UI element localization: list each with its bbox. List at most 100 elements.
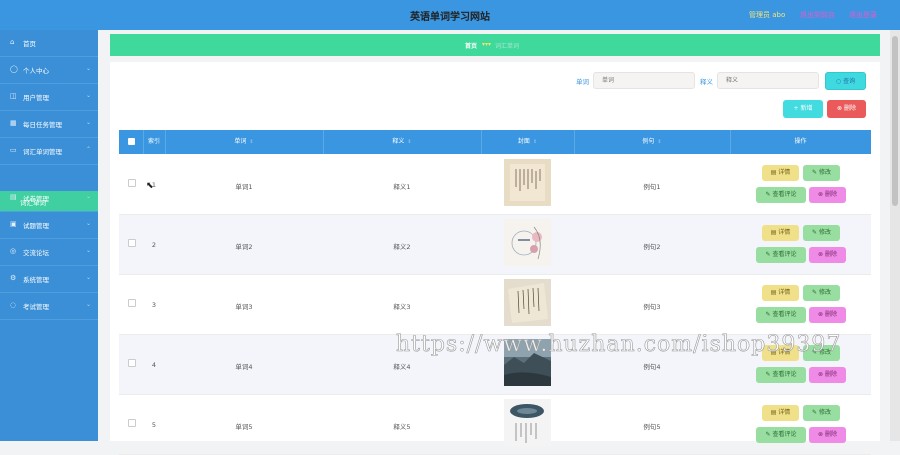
row-index: 4: [151, 361, 157, 369]
sidebar-item-user-management[interactable]: ◫ 用户管理 ⌄: [0, 84, 98, 111]
sidebar-item-label: 试卷管理: [23, 195, 49, 203]
column-header-meaning[interactable]: 释义 ⇕: [323, 130, 481, 154]
sidebar-item-exam-management[interactable]: ◌ 考试管理 ⌄: [0, 293, 98, 320]
sort-icon[interactable]: ⇕: [533, 139, 537, 145]
row-checkbox[interactable]: [128, 179, 136, 187]
logout-link[interactable]: 退出登录: [849, 10, 877, 20]
chevron-down-icon: ⌄: [86, 274, 92, 281]
users-icon: ◫: [10, 92, 17, 100]
row-checkbox[interactable]: [128, 239, 136, 247]
column-header-label: 例句: [642, 138, 655, 145]
scrollbar-thumb[interactable]: [892, 36, 898, 206]
sidebar-item-home[interactable]: ⌂ 首页: [0, 30, 98, 57]
breadcrumb-separator: ▾▾▾: [482, 41, 492, 48]
row-detail-button[interactable]: ▤ 详情: [762, 225, 799, 241]
forum-icon: ◎: [10, 247, 17, 255]
meaning-search-input[interactable]: [717, 72, 819, 89]
row-view-comments-button[interactable]: ✎ 查看评论: [756, 247, 806, 263]
column-header-image[interactable]: 封面 ⇕: [481, 130, 574, 154]
table-row: 1 单词1 释义1 例句1 ▤ 详情 ✎ 修改 ✎ 查看评论 ⊗ 删除: [119, 155, 871, 215]
row-index: 3: [151, 301, 157, 309]
chevron-down-icon: ⌄: [86, 247, 92, 254]
row-word: 单词5: [235, 423, 253, 431]
row-delete-button[interactable]: ⊗ 删除: [809, 367, 846, 383]
row-detail-button[interactable]: ▤ 详情: [762, 285, 799, 301]
breadcrumb-home[interactable]: 首页: [465, 41, 477, 50]
row-detail-button[interactable]: ▤ 详情: [762, 165, 799, 181]
row-edit-button[interactable]: ✎ 修改: [803, 285, 840, 301]
row-edit-button[interactable]: ✎ 修改: [803, 225, 840, 241]
row-example: 例句5: [643, 423, 661, 431]
book-icon: ▭: [10, 146, 17, 154]
batch-delete-button[interactable]: ⊗ 删除: [827, 100, 866, 118]
sidebar-item-label: 用户管理: [23, 94, 49, 102]
row-meaning: 释义4: [393, 363, 411, 371]
sidebar-item-label: 每日任务管理: [23, 121, 62, 129]
sidebar-item-paper-management[interactable]: ▤ 试卷管理 ⌄: [0, 185, 98, 212]
exit-to-front-link[interactable]: 退出到前台: [800, 10, 835, 20]
page-scrollbar[interactable]: [890, 30, 900, 441]
sidebar-item-label: 个人中心: [23, 67, 49, 75]
sort-icon[interactable]: ⇕: [407, 139, 411, 145]
row-view-comments-button[interactable]: ✎ 查看评论: [756, 187, 806, 203]
sidebar-item-question-management[interactable]: ▣ 试题管理 ⌄: [0, 212, 98, 239]
row-delete-button[interactable]: ⊗ 删除: [809, 307, 846, 323]
row-cover-image[interactable]: [504, 159, 551, 206]
row-index: 5: [151, 421, 157, 429]
row-cover-image[interactable]: [504, 399, 551, 446]
word-search-input[interactable]: [593, 72, 695, 89]
row-view-comments-button[interactable]: ✎ 查看评论: [756, 367, 806, 383]
column-header-label: 索引: [147, 138, 160, 145]
row-delete-button[interactable]: ⊗ 删除: [809, 247, 846, 263]
row-edit-button[interactable]: ✎ 修改: [803, 165, 840, 181]
row-checkbox[interactable]: [128, 419, 136, 427]
row-checkbox[interactable]: [128, 299, 136, 307]
paper-icon: ▤: [10, 193, 17, 201]
chevron-down-icon: ⌄: [86, 220, 92, 227]
row-word: 单词1: [235, 183, 253, 191]
row-example: 例句4: [643, 363, 661, 371]
sidebar-item-vocabulary[interactable]: ▭ 词汇单词管理 ⌃: [0, 138, 98, 165]
exam-icon: ◌: [10, 301, 17, 309]
row-example: 例句3: [643, 303, 661, 311]
sort-icon[interactable]: ⇕: [249, 139, 253, 145]
top-header: 英语单词学习网站 管理员 abo 退出到前台 退出登录: [0, 0, 900, 30]
sidebar-item-label: 首页: [23, 40, 36, 48]
query-button[interactable]: ○ 查询: [825, 72, 866, 90]
breadcrumb-current: 词汇单词: [495, 43, 520, 50]
sidebar-item-daily-task[interactable]: ▦ 每日任务管理 ⌄: [0, 111, 98, 138]
sort-icon[interactable]: ⇕: [657, 139, 661, 145]
home-icon: ⌂: [10, 38, 15, 46]
sidebar-item-forum[interactable]: ◎ 交流论坛 ⌄: [0, 239, 98, 266]
row-example: 例句1: [643, 183, 661, 191]
sidebar-item-personal-center[interactable]: ◯ 个人中心 ⌄: [0, 57, 98, 84]
row-delete-button[interactable]: ⊗ 删除: [809, 187, 846, 203]
column-header-example[interactable]: 例句 ⇕: [574, 130, 730, 154]
row-edit-button[interactable]: ✎ 修改: [803, 405, 840, 421]
row-cover-image[interactable]: [504, 219, 551, 266]
table-header: 索引 单词 ⇕ 释义 ⇕ 封面 ⇕ 例句 ⇕ 操作: [119, 130, 871, 154]
sidebar-item-label: 交流论坛: [23, 249, 49, 257]
row-meaning: 释义2: [393, 243, 411, 251]
chevron-down-icon: ⌄: [86, 301, 92, 308]
row-index: 2: [151, 241, 157, 249]
row-word: 单词2: [235, 243, 253, 251]
watermark: https://www.huzhan.com/ishop39397: [396, 332, 842, 358]
settings-icon: ⚙: [10, 274, 17, 282]
sidebar-item-label: 考试管理: [23, 303, 49, 311]
user-icon: ◯: [10, 65, 18, 73]
sidebar-item-label: 词汇单词管理: [23, 148, 62, 156]
add-button[interactable]: + 新增: [783, 100, 823, 118]
select-all-checkbox[interactable]: [128, 138, 135, 145]
sidebar-item-system-management[interactable]: ⚙ 系统管理 ⌄: [0, 266, 98, 293]
column-header-label: 操作: [794, 138, 807, 145]
table-row: 3 单词3 释义3 例句3 ▤ 详情 ✎ 修改 ✎ 查看评论 ⊗ 删除: [119, 275, 871, 335]
row-word: 单词3: [235, 303, 253, 311]
column-header-label: 释义: [392, 138, 405, 145]
row-cover-image[interactable]: [504, 279, 551, 326]
row-detail-button[interactable]: ▤ 详情: [762, 405, 799, 421]
task-icon: ▦: [10, 119, 17, 127]
row-view-comments-button[interactable]: ✎ 查看评论: [756, 307, 806, 323]
row-checkbox[interactable]: [128, 359, 136, 367]
column-header-word[interactable]: 单词 ⇕: [165, 130, 323, 154]
